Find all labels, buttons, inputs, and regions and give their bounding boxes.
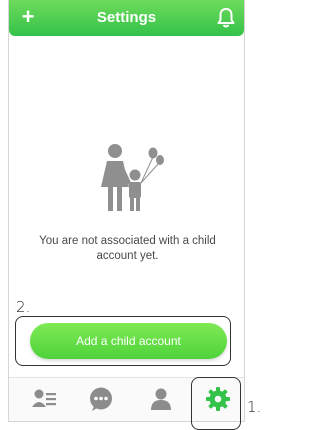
page-title: Settings xyxy=(96,9,157,26)
person-icon[interactable] xyxy=(148,386,174,412)
top-navigation-bar: + Settings xyxy=(9,0,244,36)
contact-list-icon[interactable] xyxy=(31,386,57,412)
parent-and-child-with-balloons-icon xyxy=(95,141,165,215)
callout-highlight-1 xyxy=(191,377,241,430)
chat-bubble-icon[interactable] xyxy=(88,386,114,412)
callout-label-2: 2. xyxy=(16,298,31,316)
callout-label-1: 1. xyxy=(247,398,262,416)
callout-highlight-2 xyxy=(15,316,231,366)
bell-icon[interactable] xyxy=(216,7,236,29)
empty-state-message: You are not associated with a child acco… xyxy=(39,235,216,262)
